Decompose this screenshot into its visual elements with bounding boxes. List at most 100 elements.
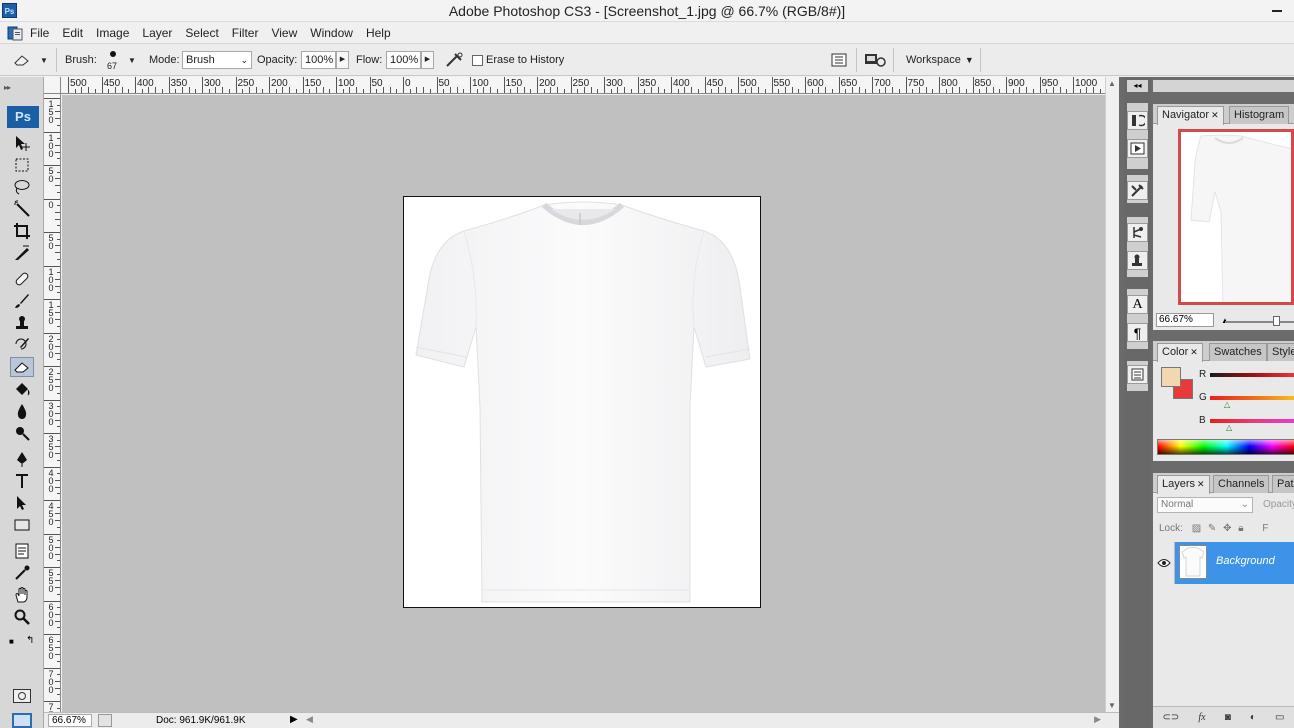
tool-presets-panel-button[interactable]	[1127, 181, 1148, 200]
tab-paths[interactable]: Paths	[1272, 475, 1294, 493]
menu-filter[interactable]: Filter	[232, 26, 259, 40]
pen-tool[interactable]	[10, 449, 34, 469]
lock-all-icon[interactable]: 🔒︎	[1238, 523, 1243, 534]
color-spectrum-bar[interactable]	[1157, 439, 1294, 455]
navigator-zoom-slider[interactable]	[1225, 316, 1294, 326]
mode-select[interactable]: Brush ⌄	[182, 51, 252, 69]
paragraph-panel-button[interactable]: ¶	[1127, 323, 1148, 342]
tab-swatches[interactable]: Swatches	[1209, 343, 1267, 361]
tab-navigator[interactable]: Navigator ✕	[1157, 106, 1224, 125]
actions-panel-button[interactable]	[1127, 139, 1148, 158]
layer-visibility-toggle[interactable]	[1153, 542, 1175, 584]
slice-tool[interactable]	[10, 243, 34, 263]
menu-layer[interactable]: Layer	[142, 26, 172, 40]
tab-layers[interactable]: Layers ✕	[1157, 475, 1210, 494]
menu-select[interactable]: Select	[185, 26, 218, 40]
screen-mode-button[interactable]	[12, 713, 32, 728]
menu-edit[interactable]: Edit	[62, 26, 83, 40]
opacity-slider-button[interactable]: ▶	[336, 51, 349, 69]
flow-slider-button[interactable]: ▶	[421, 51, 434, 69]
ruler-origin[interactable]	[44, 77, 61, 94]
bridge-button[interactable]	[863, 44, 887, 76]
blue-channel-slider[interactable]	[1210, 419, 1294, 423]
navigator-zoom-input[interactable]: 66.67%	[1156, 313, 1214, 327]
clone-source-panel-button[interactable]	[1127, 251, 1148, 270]
airbrush-button[interactable]	[445, 44, 465, 76]
document-icon[interactable]	[7, 25, 23, 41]
menu-help[interactable]: Help	[366, 26, 391, 40]
close-icon[interactable]: ✕	[1211, 110, 1219, 120]
close-icon[interactable]: ✕	[1190, 347, 1198, 357]
panel-collapse-icon[interactable]: ▸▸	[4, 83, 11, 92]
layer-style-icon[interactable]: fx	[1198, 712, 1205, 723]
history-panel-button[interactable]	[1127, 111, 1148, 130]
lasso-tool[interactable]	[10, 177, 34, 197]
brush-picker[interactable]: 67 ▼	[104, 44, 136, 76]
brushes-panel-button[interactable]	[1127, 223, 1148, 242]
red-channel-slider[interactable]	[1210, 373, 1294, 377]
hand-tool[interactable]	[10, 585, 34, 605]
lock-position-icon[interactable]: ✥	[1223, 523, 1231, 534]
adjustment-layer-icon[interactable]: ◐	[1250, 712, 1256, 723]
tab-color[interactable]: Color ✕	[1157, 343, 1203, 362]
green-slider-handle[interactable]: △	[1224, 400, 1230, 409]
history-brush-tool[interactable]	[10, 335, 34, 355]
dodge-tool[interactable]	[10, 423, 34, 443]
close-icon[interactable]: ✕	[1197, 479, 1205, 489]
tab-channels[interactable]: Channels	[1213, 475, 1270, 493]
notes-tool[interactable]	[10, 541, 34, 561]
blend-mode-select[interactable]: Normal ⌄	[1157, 497, 1253, 513]
zoom-slider-handle[interactable]	[1273, 316, 1280, 326]
link-layers-icon[interactable]: ⊂⊃	[1163, 712, 1180, 723]
scroll-down-icon[interactable]: ▼	[1108, 701, 1116, 710]
clone-stamp-tool[interactable]	[10, 313, 34, 333]
document-canvas[interactable]	[403, 196, 761, 608]
crop-tool[interactable]	[10, 221, 34, 241]
status-options-icon[interactable]	[98, 714, 112, 727]
green-channel-slider[interactable]	[1210, 396, 1294, 400]
menu-file[interactable]: File	[30, 26, 49, 40]
erase-history-checkbox[interactable]	[472, 54, 483, 66]
menu-view[interactable]: View	[271, 26, 297, 40]
flow-input[interactable]: 100%	[386, 51, 421, 69]
new-group-icon[interactable]: ▭	[1275, 712, 1284, 723]
character-panel-button[interactable]: A	[1127, 295, 1148, 314]
vertical-scrollbar[interactable]: ▲ ▼	[1105, 77, 1119, 712]
eyedropper-tool[interactable]	[10, 563, 34, 583]
layer-row-background[interactable]: Background	[1153, 542, 1294, 584]
scroll-up-icon[interactable]: ▲	[1108, 79, 1116, 88]
menu-image[interactable]: Image	[96, 26, 129, 40]
type-tool[interactable]	[10, 471, 34, 491]
navigator-view-box[interactable]	[1178, 129, 1294, 305]
workspace-menu[interactable]: Workspace ▼	[906, 44, 974, 76]
menu-window[interactable]: Window	[310, 26, 353, 40]
tab-styles[interactable]: Styles	[1267, 343, 1294, 361]
lock-image-icon[interactable]: ✎	[1208, 523, 1216, 534]
tab-histogram[interactable]: Histogram	[1229, 106, 1290, 124]
canvas-area[interactable]	[62, 95, 1105, 712]
default-colors-icon[interactable]: ■	[9, 637, 14, 646]
opacity-input[interactable]: 100%	[301, 51, 336, 69]
path-selection-tool[interactable]	[10, 493, 34, 513]
paint-bucket-tool[interactable]	[10, 379, 34, 399]
swap-colors-icon[interactable]: ↰	[26, 635, 34, 646]
scroll-right-icon[interactable]: ▶	[1094, 714, 1101, 725]
blur-tool[interactable]	[10, 401, 34, 421]
status-menu-arrow-icon[interactable]: ▶	[290, 714, 298, 725]
move-tool[interactable]	[10, 133, 34, 153]
blue-slider-handle[interactable]: △	[1226, 423, 1232, 432]
eraser-tool[interactable]	[10, 357, 34, 377]
minimize-icon[interactable]	[1272, 10, 1282, 12]
palette-well-button[interactable]	[831, 44, 847, 76]
dock-collapse-icon[interactable]: ◂◂	[1127, 80, 1148, 92]
brush-tool[interactable]	[10, 291, 34, 311]
shape-tool[interactable]	[10, 515, 34, 535]
scroll-left-icon[interactable]: ◀	[306, 714, 313, 725]
status-zoom-field[interactable]: 66.67%	[48, 714, 92, 727]
healing-brush-tool[interactable]	[10, 269, 34, 289]
zoom-tool[interactable]	[10, 607, 34, 627]
quick-mask-button[interactable]	[13, 689, 31, 703]
magic-wand-tool[interactable]	[10, 199, 34, 219]
color-foreground-swatch[interactable]	[1161, 367, 1181, 387]
add-mask-icon[interactable]: ◙	[1225, 712, 1231, 723]
